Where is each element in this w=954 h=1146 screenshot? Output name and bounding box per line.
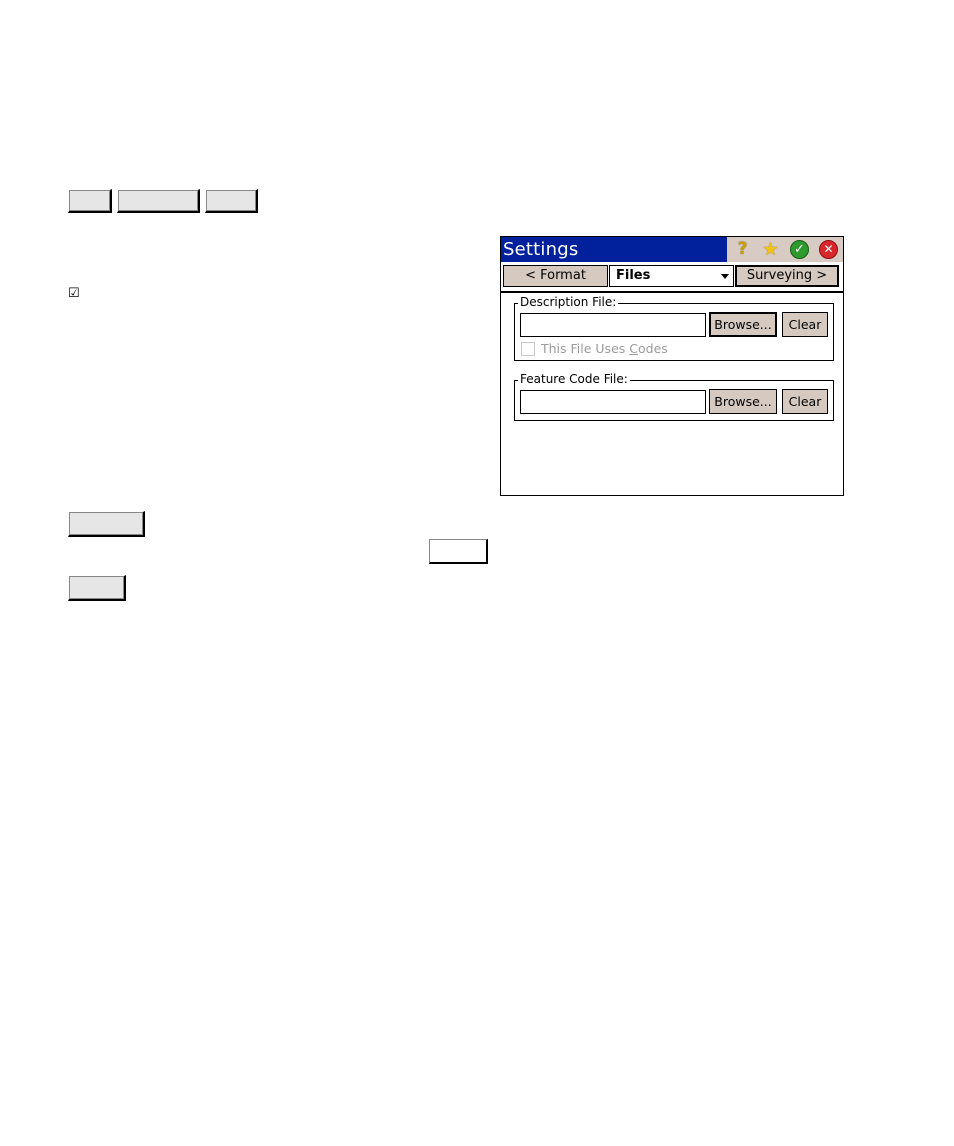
- description-file-label: Description File:: [518, 295, 619, 309]
- prev-page-button[interactable]: < Format: [503, 265, 608, 287]
- description-file-input[interactable]: [520, 313, 706, 337]
- help-icon[interactable]: ?: [733, 240, 752, 259]
- feature-browse-button[interactable]: Browse...: [709, 389, 777, 414]
- description-clear-button[interactable]: Clear: [782, 312, 828, 337]
- settings-window: Settings ? ★ ✓ ✕ < Format Files Surveyin…: [500, 236, 844, 496]
- doc-key-5: [429, 539, 488, 564]
- feature-code-file-input[interactable]: [520, 390, 706, 414]
- close-icon[interactable]: ✕: [819, 240, 838, 259]
- uses-codes-label: This File Uses Codes: [541, 341, 668, 356]
- nav-divider: [501, 291, 843, 293]
- title-icon-area: ? ★ ✓ ✕: [727, 237, 843, 262]
- description-file-group: Description File: Browse... Clear This F…: [514, 295, 834, 361]
- chevron-down-icon[interactable]: [721, 274, 729, 279]
- description-browse-button[interactable]: Browse...: [709, 312, 777, 337]
- doc-checkbox-glyph: ☑: [68, 286, 80, 301]
- doc-key-3: [205, 189, 258, 213]
- feature-clear-button[interactable]: Clear: [782, 389, 828, 414]
- doc-key-6: [68, 575, 126, 601]
- favorites-star-icon[interactable]: ★: [761, 240, 780, 259]
- doc-key-1: [68, 189, 112, 213]
- doc-key-4: [68, 511, 145, 537]
- window-title: Settings: [503, 239, 579, 260]
- page-select-value: Files: [616, 268, 651, 283]
- doc-key-2: [117, 189, 200, 213]
- title-bar: Settings ? ★ ✓ ✕: [501, 237, 843, 262]
- feature-code-file-group: Feature Code File: Browse... Clear: [514, 372, 834, 421]
- page-select[interactable]: Files: [609, 265, 734, 287]
- page-nav-bar: < Format Files Surveying >: [501, 264, 843, 289]
- ok-check-icon[interactable]: ✓: [790, 240, 809, 259]
- uses-codes-checkbox[interactable]: [521, 342, 535, 356]
- next-page-button[interactable]: Surveying >: [735, 265, 839, 287]
- feature-code-file-label: Feature Code File:: [518, 372, 630, 386]
